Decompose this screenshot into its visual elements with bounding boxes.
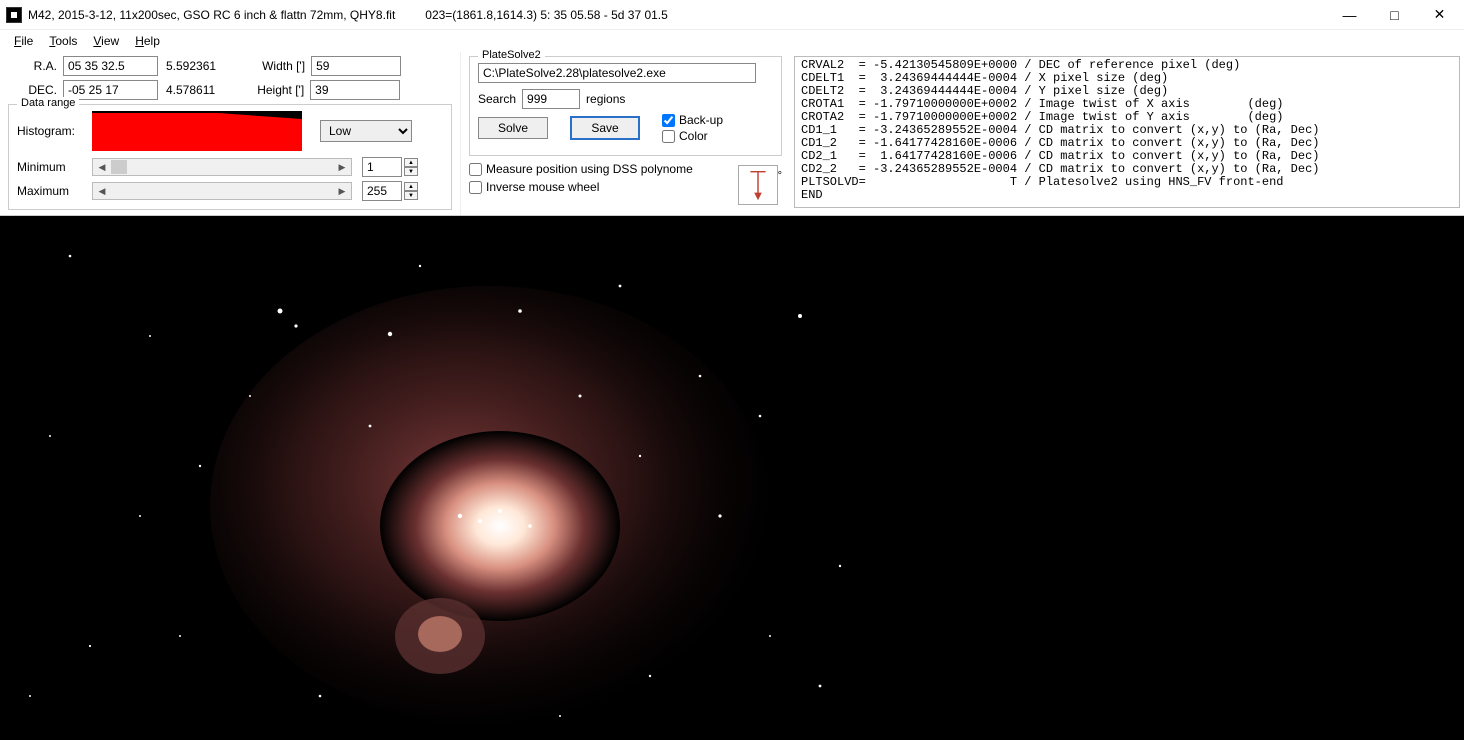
titlebar: M42, 2015-3-12, 11x200sec, GSO RC 6 inch… xyxy=(0,0,1464,30)
search-regions-input[interactable] xyxy=(522,89,580,109)
ra-decimal: 5.592361 xyxy=(158,59,216,73)
max-spin-down[interactable]: ▼ xyxy=(404,191,418,200)
dss-polynome-checkbox[interactable]: Measure position using DSS polynome xyxy=(469,162,782,176)
menubar: File Tools View Help xyxy=(0,30,1464,52)
width-label: Width ['] xyxy=(216,59,311,73)
menu-view[interactable]: View xyxy=(85,32,127,50)
platesolve-panel: PlateSolve2 Search regions Solve Save Ba… xyxy=(460,52,790,215)
ra-label: R.A. xyxy=(8,59,63,73)
dec-decimal: 4.578611 xyxy=(158,83,215,97)
minimum-label: Minimum xyxy=(17,160,92,174)
image-viewport[interactable] xyxy=(0,216,1464,740)
north-arrow-indicator xyxy=(738,165,778,205)
maximum-slider[interactable]: ◀ ▶ xyxy=(92,182,352,200)
coordinates-panel: R.A. 5.592361 Width ['] DEC. 4.578611 He… xyxy=(0,52,460,215)
min-spin-up[interactable]: ▲ xyxy=(404,158,418,167)
histogram-label: Histogram: xyxy=(17,124,92,138)
scroll-left-icon[interactable]: ◀ xyxy=(93,183,111,199)
data-range-legend: Data range xyxy=(17,97,79,109)
regions-label: regions xyxy=(586,92,625,106)
height-label: Height ['] xyxy=(215,83,310,97)
platesolve-group: PlateSolve2 Search regions Solve Save Ba… xyxy=(469,56,782,156)
minimum-input[interactable] xyxy=(362,157,402,177)
ra-input[interactable] xyxy=(63,56,158,76)
minimum-slider[interactable]: ◀ ▶ xyxy=(92,158,352,176)
stretch-select[interactable]: Low xyxy=(320,120,412,142)
fits-header-panel xyxy=(790,52,1464,215)
close-button[interactable]: ✕ xyxy=(1417,1,1462,29)
backup-checkbox[interactable]: Back-up xyxy=(662,113,723,127)
scroll-right-icon[interactable]: ▶ xyxy=(333,159,351,175)
menu-file[interactable]: File xyxy=(6,32,41,50)
maximum-label: Maximum xyxy=(17,184,92,198)
cursor-position-readout: 023=(1861.8,1614.3) 5: 35 05.58 - 5d 37 … xyxy=(425,8,668,22)
height-input[interactable] xyxy=(310,80,400,100)
dec-label: DEC. xyxy=(8,83,63,97)
menu-tools[interactable]: Tools xyxy=(41,32,85,50)
min-spin-down[interactable]: ▼ xyxy=(404,167,418,176)
save-button[interactable]: Save xyxy=(570,116,640,140)
window-title: M42, 2015-3-12, 11x200sec, GSO RC 6 inch… xyxy=(28,8,425,22)
maximum-input[interactable] xyxy=(362,181,402,201)
platesolve-legend: PlateSolve2 xyxy=(478,49,545,61)
app-icon xyxy=(6,7,22,23)
inverse-mouse-checkbox[interactable]: Inverse mouse wheel xyxy=(469,180,782,194)
minimize-button[interactable]: — xyxy=(1327,1,1372,29)
width-input[interactable] xyxy=(311,56,401,76)
search-label: Search xyxy=(478,92,516,106)
scroll-left-icon[interactable]: ◀ xyxy=(93,159,111,175)
astronomical-image xyxy=(0,216,880,740)
menu-help[interactable]: Help xyxy=(127,32,168,50)
fits-header-textarea[interactable] xyxy=(794,56,1460,208)
color-checkbox[interactable]: Color xyxy=(662,129,723,143)
maximize-button[interactable]: □ xyxy=(1372,1,1417,29)
controls-panel: R.A. 5.592361 Width ['] DEC. 4.578611 He… xyxy=(0,52,1464,216)
max-spin-up[interactable]: ▲ xyxy=(404,182,418,191)
data-range-group: Data range Histogram: Low Minimum ◀ ▶ ▲▼ xyxy=(8,104,452,210)
solve-button[interactable]: Solve xyxy=(478,117,548,139)
histogram-display xyxy=(92,111,302,151)
scroll-right-icon[interactable]: ▶ xyxy=(333,183,351,199)
platesolve-path-input[interactable] xyxy=(478,63,756,83)
